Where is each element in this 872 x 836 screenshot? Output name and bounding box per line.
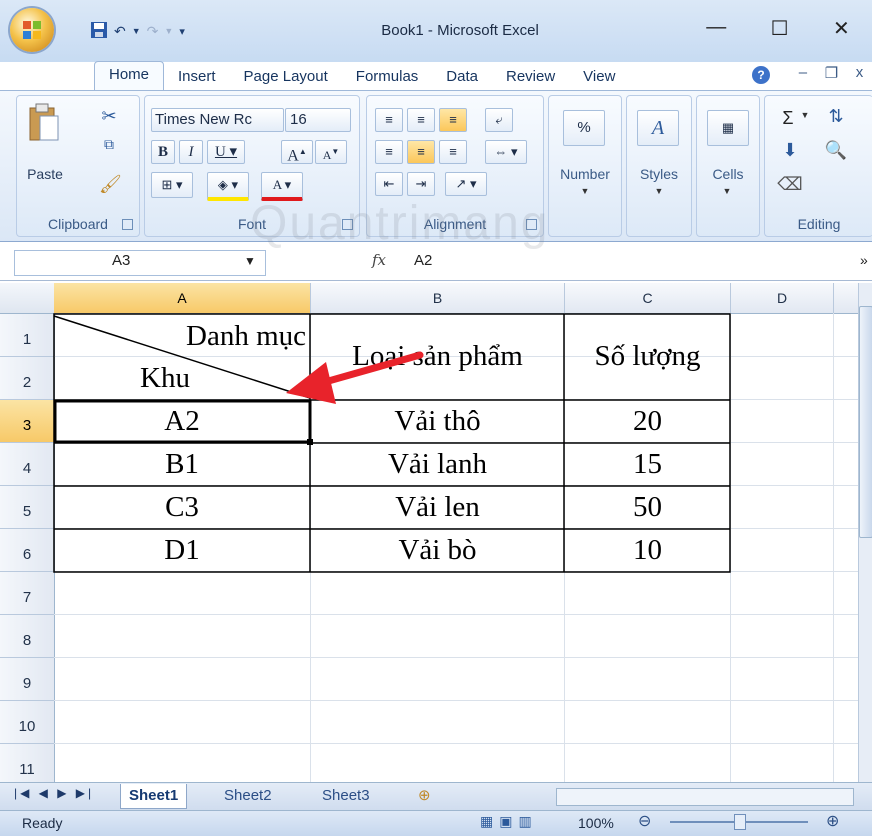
- vertical-scroll-thumb[interactable]: [859, 306, 872, 538]
- horizontal-scrollbar[interactable]: [556, 788, 854, 806]
- zoom-slider-thumb[interactable]: [734, 814, 746, 830]
- red-arrow-icon: [286, 351, 424, 404]
- sheet-tab-sheet2[interactable]: Sheet2: [216, 784, 280, 808]
- sheet-tab-sheet3[interactable]: Sheet3: [314, 784, 378, 808]
- zoom-level[interactable]: 100%: [578, 815, 614, 831]
- sheet-navigation-icons[interactable]: |◀ ◀ ▶ ▶|: [14, 786, 94, 800]
- insert-sheet-icon[interactable]: ⊕: [410, 784, 439, 808]
- sheet-tab-sheet1[interactable]: Sheet1: [120, 784, 188, 809]
- status-ready: Ready: [22, 815, 63, 831]
- view-buttons[interactable]: ▦▣▥: [480, 813, 538, 830]
- zoom-out-icon[interactable]: ⊖: [638, 811, 651, 831]
- zoom-in-icon[interactable]: ⊕: [826, 811, 839, 831]
